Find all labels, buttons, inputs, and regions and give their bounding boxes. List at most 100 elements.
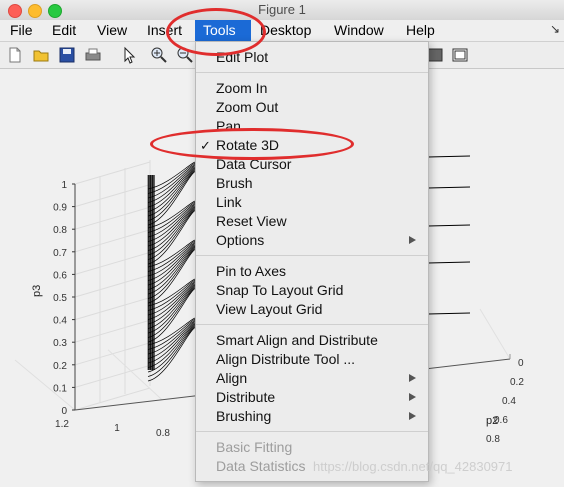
curve-line	[427, 155, 471, 158]
menu-edit[interactable]: Edit	[46, 20, 82, 41]
open-folder-icon[interactable]	[32, 46, 50, 64]
menu-item-label: Smart Align and Distribute	[216, 332, 378, 348]
curve-line	[147, 321, 196, 359]
title-bar: Figure 1	[0, 0, 564, 21]
y-tick-label: 0.2	[510, 377, 524, 388]
z-tick-label: 0.3	[53, 338, 67, 349]
menu-item-label: View Layout Grid	[216, 301, 323, 317]
watermark-text: https://blog.csdn.net/qq_42830971	[313, 459, 513, 474]
menu-bar: File Edit View Insert Tools Desktop Wind…	[0, 20, 564, 42]
matlab-figure-window: Figure 1 File Edit View Insert Tools Des…	[0, 0, 564, 487]
menu-item-options[interactable]: Options	[196, 231, 428, 250]
grid-line	[74, 297, 151, 321]
menu-view[interactable]: View	[91, 20, 133, 41]
zoom-in-icon[interactable]	[150, 46, 168, 64]
print-icon[interactable]	[84, 46, 102, 64]
menu-item-label: Brushing	[216, 408, 272, 424]
annotation-ellipse-rotate-3d	[150, 128, 354, 160]
window-title: Figure 1	[258, 2, 306, 17]
z-tick-label: 0.4	[53, 316, 67, 327]
curve-line	[427, 261, 471, 264]
new-file-icon[interactable]	[6, 46, 24, 64]
menu-item-view-layout-grid[interactable]: View Layout Grid	[196, 300, 428, 319]
menu-item-link[interactable]: Link	[196, 193, 428, 212]
menu-item-label: Snap To Layout Grid	[216, 282, 344, 298]
menu-item-label: Options	[216, 232, 265, 248]
menu-item-label: Zoom Out	[216, 99, 279, 115]
menu-item-label: Pin to Axes	[216, 263, 287, 279]
menu-separator	[196, 431, 428, 432]
grid-line	[74, 161, 151, 185]
annotation-ellipse-tools-menu	[166, 8, 266, 56]
curve-line	[147, 165, 196, 203]
menu-item-label: Data Statistics	[216, 458, 306, 474]
z-tick-label: 1	[61, 180, 67, 191]
curve-line	[147, 204, 196, 242]
menu-item-zoom-in[interactable]: Zoom In	[196, 79, 428, 98]
curve-line	[427, 186, 471, 189]
menu-item-label: Align	[216, 370, 248, 386]
submenu-arrow-icon	[409, 393, 416, 401]
grid-line	[74, 206, 151, 230]
menu-item-label: Reset View	[216, 213, 287, 229]
menu-item-smart-align-and-distribute[interactable]: Smart Align and Distribute	[196, 331, 428, 350]
menu-item-pin-to-axes[interactable]: Pin to Axes	[196, 262, 428, 281]
menu-window[interactable]: Window	[328, 20, 390, 41]
z-tick-label: 0	[61, 406, 67, 417]
menu-item-align[interactable]: Align	[196, 369, 428, 388]
z-tick-label: 0.2	[53, 361, 67, 372]
menu-item-basic-fitting: Basic Fitting	[196, 438, 428, 457]
menu-item-zoom-out[interactable]: Zoom Out	[196, 98, 428, 117]
grid-line	[74, 274, 151, 298]
pointer-icon[interactable]	[120, 46, 138, 64]
x-tick-label: 1	[114, 423, 120, 434]
x-tick-label: 1.2	[55, 419, 69, 430]
z-axis-label: p3	[31, 285, 43, 297]
submenu-arrow-icon	[409, 412, 416, 420]
y-tick-label: 0.4	[502, 396, 516, 407]
z-tick-label: 0.8	[53, 225, 67, 236]
menu-item-distribute[interactable]: Distribute	[196, 388, 428, 407]
menu-item-brushing[interactable]: Brushing	[196, 407, 428, 426]
save-icon[interactable]	[58, 46, 76, 64]
menu-item-label: Link	[216, 194, 242, 210]
show-plot-tools-icon[interactable]	[451, 46, 469, 64]
curve-line	[147, 164, 196, 199]
grid-line	[74, 251, 151, 275]
menu-separator	[196, 324, 428, 325]
y-axis-label: p2	[486, 415, 498, 427]
grid-line	[74, 229, 151, 253]
menu-item-reset-view[interactable]: Reset View	[196, 212, 428, 231]
menu-item-label: Align Distribute Tool ...	[216, 351, 356, 367]
menu-item-label: Brush	[216, 175, 253, 191]
menu-separator	[196, 255, 428, 256]
z-tick-label: 0.7	[53, 248, 67, 259]
menu-item-align-distribute-tool[interactable]: Align Distribute Tool ...	[196, 350, 428, 369]
x-tick-label: 0.8	[156, 428, 170, 439]
menu-item-label: Distribute	[216, 389, 276, 405]
tools-menu-dropdown: Edit Plot Zoom In Zoom Out Pan ✓ Rotate 3D Dat…	[195, 41, 429, 482]
menu-file[interactable]: File	[4, 20, 39, 41]
grid-line	[74, 364, 151, 388]
grid-line	[74, 184, 151, 208]
menu-help[interactable]: Help	[400, 20, 441, 41]
curve-line	[147, 243, 196, 281]
curve-line	[427, 312, 471, 315]
menu-item-snap-to-layout-grid[interactable]: Snap To Layout Grid	[196, 281, 428, 300]
z-tick-label: 0.9	[53, 203, 67, 214]
grid-line	[74, 387, 151, 411]
menu-separator	[196, 72, 428, 73]
submenu-arrow-icon	[409, 374, 416, 382]
grid-line	[74, 319, 151, 343]
z-tick-label: 0.5	[53, 293, 67, 304]
y-tick-label: 0.8	[486, 434, 500, 445]
z-tick-label: 0.1	[53, 383, 67, 394]
menu-item-brush[interactable]: Brush	[196, 174, 428, 193]
z-tick-label: 0.6	[53, 270, 67, 281]
y-tick-label: 0	[518, 358, 524, 369]
menu-item-label: Zoom In	[216, 80, 268, 96]
submenu-arrow-icon	[409, 236, 416, 244]
grid-line	[479, 308, 511, 360]
curve-line	[147, 282, 196, 320]
curve-line	[427, 224, 471, 227]
